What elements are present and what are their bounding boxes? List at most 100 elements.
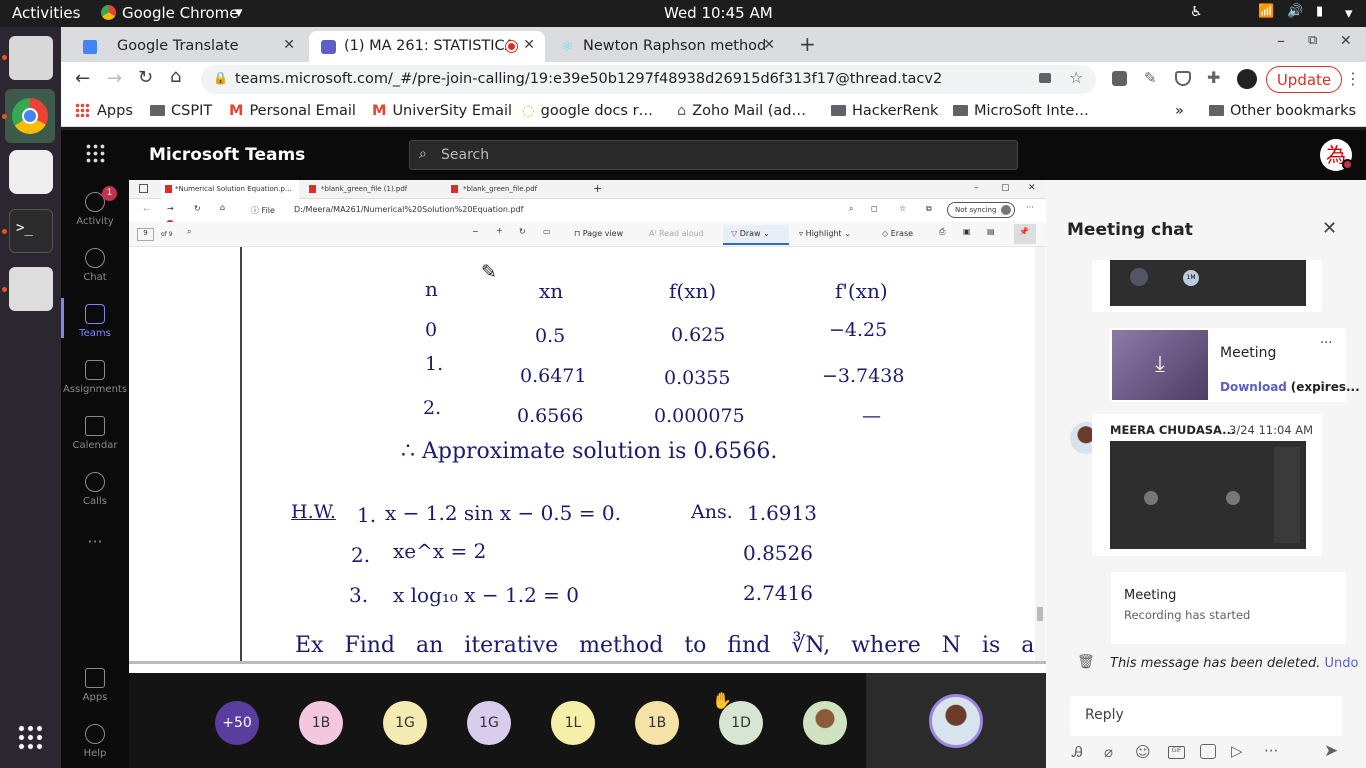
rail-apps[interactable]: Apps	[61, 668, 129, 703]
sender-name: MEERA CHUDASA...	[1110, 423, 1236, 437]
camera-icon[interactable]	[1039, 73, 1051, 83]
chrome-app-active-bg[interactable]	[5, 89, 55, 143]
chrome-menu-icon[interactable]: ⋮	[1345, 69, 1361, 88]
clock[interactable]: Wed 10:45 AM	[664, 4, 773, 22]
accessibility-icon[interactable]: ♿	[1190, 4, 1203, 20]
download-row: Download (expires...	[1220, 380, 1360, 394]
extensions-puzzle-icon[interactable]: ✚	[1207, 68, 1220, 87]
self-avatar[interactable]	[929, 694, 983, 748]
rail-activity[interactable]: Activity 1	[61, 186, 129, 227]
other-bookmarks[interactable]: Other bookmarks	[1209, 103, 1356, 119]
bookmark-google-docs[interactable]: ◌ google docs r…	[522, 103, 653, 119]
rail-label: Chat	[83, 272, 107, 283]
close-window-button[interactable]: ✕	[1340, 33, 1352, 49]
system-menu-chevron-icon[interactable]: ▾	[1345, 4, 1353, 22]
hw-answer-label: Ans.	[691, 501, 733, 523]
read-aloud-label: Read aloud	[658, 229, 704, 238]
forward-icon[interactable]: →	[107, 68, 122, 89]
participant-avatar[interactable]: 1L	[551, 701, 595, 745]
edge-tab-title: *Numerical Solution Equation.p…	[175, 185, 292, 193]
bookmark-star-icon[interactable]: ☆	[1069, 68, 1083, 87]
rail-chat[interactable]: Chat	[61, 248, 129, 283]
video-thumbnail[interactable]: 1M	[1110, 260, 1306, 306]
close-tab-icon[interactable]: ✕	[523, 37, 535, 53]
bookmark-apps[interactable]: Apps	[75, 103, 133, 119]
participant-avatar[interactable]: 1B	[299, 701, 343, 745]
rail-assignments[interactable]: Assignments	[61, 360, 129, 395]
profile-avatar[interactable]	[1237, 69, 1257, 89]
rail-calls[interactable]: Calls	[61, 472, 129, 507]
volume-icon[interactable]: 🔊	[1287, 4, 1303, 19]
download-thumbnail[interactable]: ⤓	[1112, 330, 1208, 400]
pdf-save-icon: ▣	[963, 227, 971, 236]
rail-help[interactable]: Help	[61, 724, 129, 759]
participant-avatar[interactable]: 1G	[467, 701, 511, 745]
pdf-fit-icon: ▭	[543, 227, 551, 236]
send-icon[interactable]: ➤	[1324, 741, 1338, 761]
attach-icon[interactable]: ⌀	[1104, 743, 1113, 761]
new-tab-button[interactable]: +	[799, 32, 816, 56]
activities-button[interactable]: Activities	[12, 4, 80, 22]
format-icon[interactable]: Ꭿ	[1072, 743, 1083, 761]
rail-more[interactable]: ···	[61, 532, 129, 551]
rail-calendar[interactable]: Calendar	[61, 416, 129, 451]
battery-icon[interactable]: ▮	[1316, 4, 1323, 19]
meet-now-icon[interactable]: ▷	[1231, 742, 1243, 760]
tab-teams[interactable]: (1) MA 261: STATISTICA ✕	[309, 31, 545, 62]
close-chat-icon[interactable]: ✕	[1322, 218, 1337, 239]
address-bar[interactable]: 🔒 teams.microsoft.com/_#/pre-join-callin…	[201, 65, 1096, 94]
rail-label: Activity	[76, 216, 114, 227]
wifi-icon[interactable]: 📶	[1258, 4, 1274, 19]
table-cell: −3.7438	[822, 365, 905, 387]
undo-link[interactable]: Undo	[1324, 656, 1358, 671]
edge-tab: *Numerical Solution Equation.p…	[161, 180, 299, 199]
gif-icon[interactable]: GIF	[1168, 746, 1185, 759]
maximize-button[interactable]: ⧉	[1308, 33, 1317, 48]
editor-app-icon[interactable]	[9, 150, 53, 194]
reload-icon[interactable]: ↻	[138, 67, 153, 88]
show-applications-icon[interactable]	[17, 724, 45, 752]
files-app-icon[interactable]	[9, 36, 53, 80]
bookmark-personal-email[interactable]: M Personal Email	[229, 103, 356, 119]
reply-input[interactable]: Reply	[1070, 696, 1342, 736]
search-input[interactable]: ⌕ Search	[409, 140, 1018, 170]
close-tab-icon[interactable]: ✕	[283, 37, 295, 53]
bookmark-microsoft-inte[interactable]: MicroSoft Inte…	[953, 103, 1089, 119]
tab-title: (1) MA 261: STATISTICA	[344, 38, 515, 54]
overflow-participants[interactable]: +50	[215, 701, 259, 745]
calculator-app-icon[interactable]	[9, 267, 53, 311]
back-icon[interactable]: ←	[75, 68, 90, 89]
app-launcher-icon[interactable]	[85, 143, 105, 163]
bookmark-university-email[interactable]: M UniverSity Email	[372, 103, 512, 119]
participant-photo[interactable]	[803, 701, 847, 745]
emoji-icon[interactable]: ☺	[1135, 743, 1151, 761]
more-actions-icon[interactable]: ···	[1264, 742, 1278, 760]
hw-answer: 2.7416	[743, 581, 813, 605]
update-button[interactable]: Update	[1266, 66, 1342, 93]
more-options-icon[interactable]: ···	[1320, 336, 1332, 351]
terminal-app-icon[interactable]: >_	[9, 209, 53, 253]
edge-tab-title: *blank_green_file.pdf	[463, 185, 538, 193]
minimize-button[interactable]: –	[1277, 31, 1285, 50]
bookmark-cspit[interactable]: CSPIT	[150, 103, 212, 119]
download-link[interactable]: Download	[1220, 380, 1287, 394]
tab-newton-raphson[interactable]: ⚛ Newton Raphson method ✕	[549, 31, 785, 62]
rail-label: Apps	[82, 692, 108, 703]
extension-icon[interactable]	[1112, 71, 1127, 86]
edge-minimize-icon: –	[974, 183, 979, 193]
close-tab-icon[interactable]: ✕	[763, 37, 775, 53]
participant-avatar[interactable]: 1G	[383, 701, 427, 745]
extension-pen-icon[interactable]: ✎	[1144, 69, 1157, 87]
participant-avatar[interactable]: 1B	[635, 701, 679, 745]
home-icon[interactable]: ⌂	[170, 66, 181, 87]
bookmark-hackerrenk[interactable]: HackerRenk	[831, 103, 938, 119]
sticker-icon[interactable]	[1200, 744, 1216, 759]
tab-google-translate[interactable]: Google Translate ✕	[73, 31, 305, 62]
more-bookmarks-button[interactable]: »	[1175, 103, 1184, 119]
shared-pdf-toolbar: 9 of 9 ⌕ − + ↻ ▭ ⊓ Page view A⁾ Read alo…	[129, 222, 1046, 247]
bookmark-zoho-mail[interactable]: ⌂ Zoho Mail (ad…	[677, 103, 806, 119]
loading-icon: ◌	[522, 103, 535, 119]
video-thumbnail[interactable]	[1110, 441, 1306, 549]
rail-teams[interactable]: Teams	[61, 298, 129, 339]
app-menu[interactable]: Google Chrome	[122, 4, 239, 22]
